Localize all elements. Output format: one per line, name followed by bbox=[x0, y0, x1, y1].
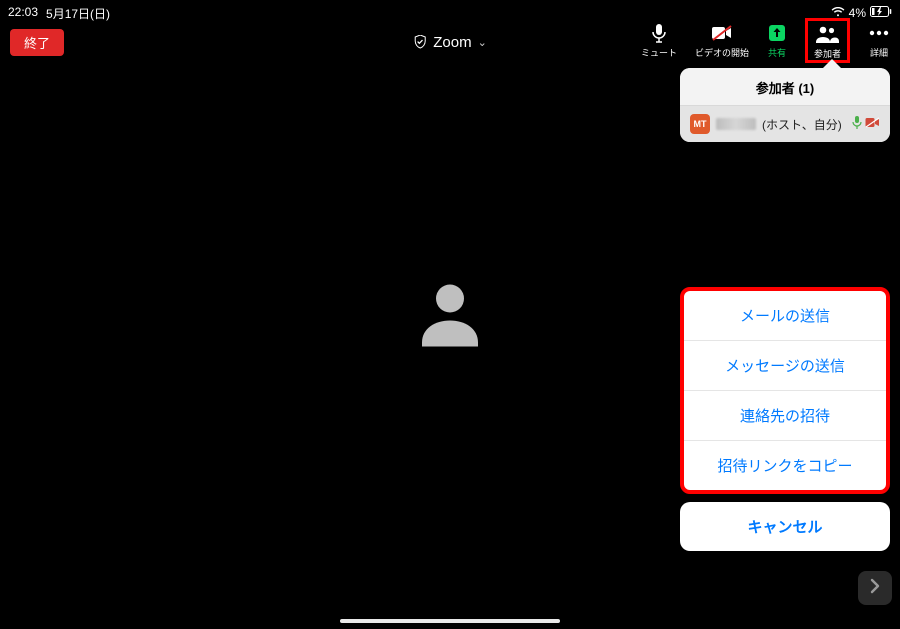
meeting-toolbar: 終了 Zoom ⌄ ミュート ビデオの開始 共有 bbox=[0, 22, 900, 62]
more-icon bbox=[868, 22, 890, 44]
mic-on-icon bbox=[852, 116, 862, 132]
battery-percent: 4% bbox=[849, 6, 866, 20]
share-label: 共有 bbox=[768, 46, 786, 59]
video-off-icon bbox=[711, 22, 733, 44]
mute-label: ミュート bbox=[641, 46, 677, 59]
participants-button[interactable]: 参加者 bbox=[814, 23, 841, 60]
chevron-down-icon: ⌄ bbox=[478, 36, 487, 49]
invite-cancel-button[interactable]: キャンセル bbox=[680, 502, 890, 551]
share-icon bbox=[767, 22, 787, 44]
start-video-button[interactable]: ビデオの開始 bbox=[695, 22, 749, 59]
app-title-text: Zoom bbox=[433, 34, 471, 51]
invite-options-sheet: メールの送信 メッセージの送信 連絡先の招待 招待リンクをコピー bbox=[680, 287, 890, 494]
more-button[interactable]: 詳細 bbox=[868, 22, 890, 59]
participants-label: 参加者 bbox=[814, 47, 841, 60]
chevron-right-icon bbox=[869, 578, 881, 599]
microphone-icon bbox=[651, 22, 667, 44]
shield-check-icon bbox=[413, 35, 427, 49]
next-page-button[interactable] bbox=[858, 571, 892, 605]
invite-send-message[interactable]: メッセージの送信 bbox=[684, 340, 886, 390]
more-label: 詳細 bbox=[870, 46, 888, 59]
participant-name-redacted bbox=[716, 118, 756, 130]
mute-button[interactable]: ミュート bbox=[641, 22, 677, 59]
participant-role: (ホスト、自分) bbox=[762, 116, 842, 133]
end-meeting-button[interactable]: 終了 bbox=[10, 29, 64, 56]
battery-icon bbox=[870, 6, 892, 20]
video-placeholder-avatar bbox=[410, 272, 490, 357]
invite-send-email[interactable]: メールの送信 bbox=[684, 291, 886, 340]
video-label: ビデオの開始 bbox=[695, 46, 749, 59]
participants-icon bbox=[815, 23, 839, 45]
status-date: 5月17日(日) bbox=[46, 5, 110, 22]
participants-popover: 参加者 (1) MT (ホスト、自分) メールの送信 メッセージの送信 連絡先の… bbox=[680, 68, 890, 551]
invite-contacts[interactable]: 連絡先の招待 bbox=[684, 390, 886, 440]
share-screen-button[interactable]: 共有 bbox=[767, 22, 787, 59]
camera-off-icon bbox=[865, 117, 880, 131]
status-time: 22:03 bbox=[8, 5, 38, 22]
home-indicator bbox=[340, 619, 560, 623]
invite-copy-link[interactable]: 招待リンクをコピー bbox=[684, 440, 886, 490]
participants-button-highlight: 参加者 bbox=[805, 18, 850, 63]
participants-panel: 参加者 (1) MT (ホスト、自分) bbox=[680, 68, 890, 142]
popover-arrow bbox=[822, 59, 842, 69]
status-bar: 22:03 5月17日(日) 4% bbox=[0, 4, 900, 22]
panel-title: 参加者 (1) bbox=[680, 68, 890, 105]
participant-avatar: MT bbox=[690, 114, 710, 134]
participant-row[interactable]: MT (ホスト、自分) bbox=[680, 105, 890, 142]
meeting-title[interactable]: Zoom ⌄ bbox=[413, 34, 487, 51]
